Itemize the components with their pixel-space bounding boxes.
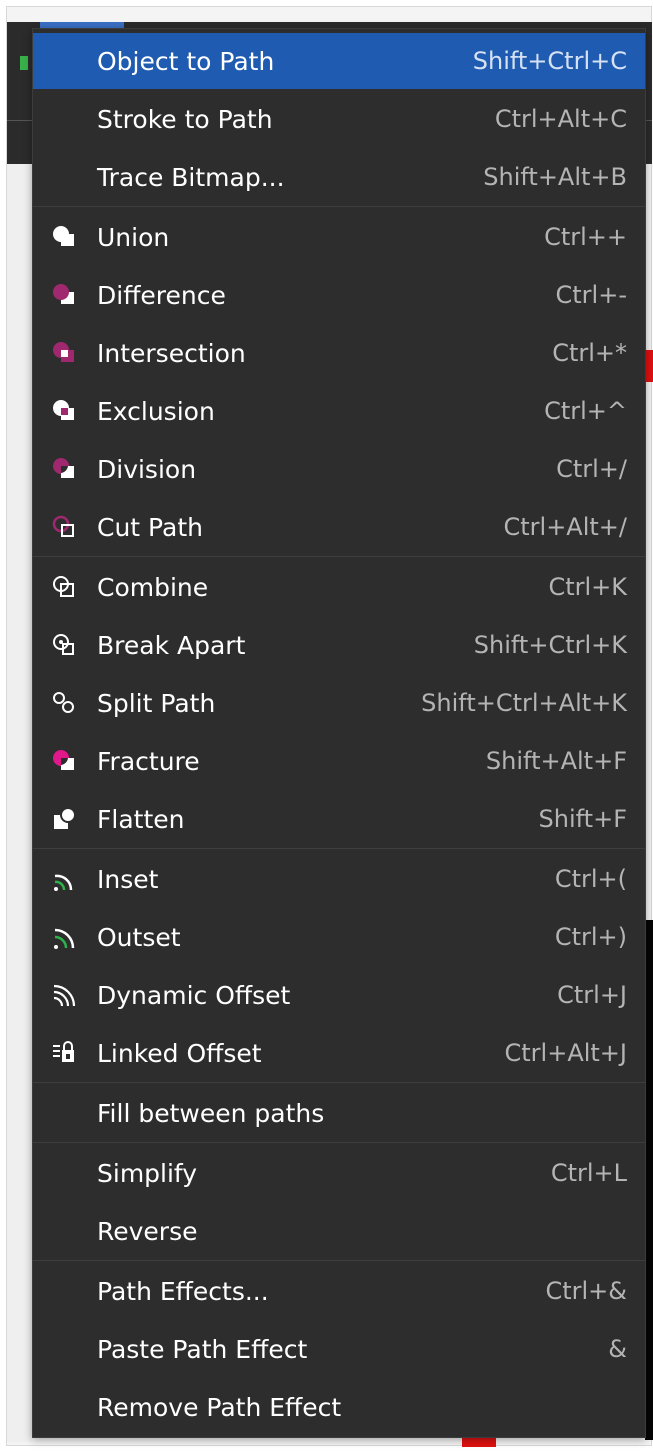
menu-item-label: Path Effects... xyxy=(97,1276,269,1306)
menu-item-shortcut: Shift+Ctrl+K xyxy=(473,631,627,659)
menu-item-label: Stroke to Path xyxy=(97,104,273,134)
menu-item-combine[interactable]: Combine Ctrl+K xyxy=(33,559,645,615)
menu-item-reverse[interactable]: Reverse xyxy=(33,1203,645,1259)
inset-icon xyxy=(50,865,78,893)
menu-item-split-path[interactable]: Split Path Shift+Ctrl+Alt+K xyxy=(33,675,645,731)
path-menu: Object to Path Shift+Ctrl+C Stroke to Pa… xyxy=(32,28,646,1438)
menu-item-label: Reverse xyxy=(97,1216,198,1246)
menu-separator xyxy=(33,1260,645,1261)
menu-item-shortcut: Ctrl+- xyxy=(555,281,627,309)
menu-item-simplify[interactable]: Simplify Ctrl+L xyxy=(33,1145,645,1201)
menu-separator xyxy=(33,1142,645,1143)
menu-item-fracture[interactable]: Fracture Shift+Alt+F xyxy=(33,733,645,789)
menu-item-difference[interactable]: Difference Ctrl+- xyxy=(33,267,645,323)
menu-item-label: Intersection xyxy=(97,338,246,368)
menu-item-flatten[interactable]: Flatten Shift+F xyxy=(33,791,645,847)
menu-item-inset[interactable]: Inset Ctrl+( xyxy=(33,851,645,907)
menu-item-label: Linked Offset xyxy=(97,1038,262,1068)
outset-icon xyxy=(50,923,78,951)
split-path-icon xyxy=(50,689,78,717)
menu-item-shortcut: Ctrl+Alt+/ xyxy=(503,513,627,541)
menu-item-label: Dynamic Offset xyxy=(97,980,291,1010)
menu-item-intersection[interactable]: Intersection Ctrl+* xyxy=(33,325,645,381)
menu-item-label: Combine xyxy=(97,572,209,602)
menu-item-outset[interactable]: Outset Ctrl+) xyxy=(33,909,645,965)
menu-item-union[interactable]: Union Ctrl++ xyxy=(33,209,645,265)
menu-item-linked-offset[interactable]: Linked Offset Ctrl+Alt+J xyxy=(33,1025,645,1081)
menu-item-label: Remove Path Effect xyxy=(97,1392,342,1422)
menu-item-label: Exclusion xyxy=(97,396,215,426)
menu-item-trace-bitmap[interactable]: Trace Bitmap... Shift+Alt+B xyxy=(33,149,645,205)
menu-separator xyxy=(33,848,645,849)
menu-item-path-effects[interactable]: Path Effects... Ctrl+& xyxy=(33,1263,645,1319)
menu-item-shortcut: Shift+Alt+F xyxy=(485,747,627,775)
menu-item-shortcut: Ctrl+( xyxy=(554,865,627,893)
menu-separator xyxy=(33,1082,645,1083)
menu-item-paste-path-effect[interactable]: Paste Path Effect & xyxy=(33,1321,645,1377)
menu-item-remove-path-effect[interactable]: Remove Path Effect xyxy=(33,1379,645,1435)
menu-item-label: Cut Path xyxy=(97,512,203,542)
menu-item-label: Flatten xyxy=(97,804,185,834)
menu-item-exclusion[interactable]: Exclusion Ctrl+^ xyxy=(33,383,645,439)
menu-item-shortcut: Ctrl+& xyxy=(545,1277,627,1305)
menu-item-division[interactable]: Division Ctrl+/ xyxy=(33,441,645,497)
difference-icon xyxy=(50,281,78,309)
menu-item-shortcut: Ctrl+/ xyxy=(556,455,627,483)
menu-item-label: Split Path xyxy=(97,688,216,718)
menu-item-label: Trace Bitmap... xyxy=(97,162,285,192)
menu-item-shortcut: Ctrl+^ xyxy=(544,397,627,425)
menu-item-shortcut: Ctrl+L xyxy=(550,1159,627,1187)
menu-item-label: Simplify xyxy=(97,1158,198,1188)
menu-item-dynamic-offset[interactable]: Dynamic Offset Ctrl+J xyxy=(33,967,645,1023)
linked-offset-icon xyxy=(50,1039,78,1067)
menu-item-label: Object to Path xyxy=(97,46,275,76)
menu-item-shortcut: Ctrl+K xyxy=(548,573,627,601)
fracture-icon xyxy=(50,747,78,775)
toolbar-indicator xyxy=(20,56,28,70)
menu-item-label: Paste Path Effect xyxy=(97,1334,308,1364)
break-apart-icon xyxy=(50,631,78,659)
menu-item-shortcut: Shift+Ctrl+C xyxy=(472,47,627,75)
dynamic-offset-icon xyxy=(50,981,78,1009)
union-icon xyxy=(50,223,78,251)
menu-item-shortcut: Ctrl+) xyxy=(554,923,627,951)
menu-item-label: Difference xyxy=(97,280,226,310)
menu-item-shortcut: Shift+Alt+B xyxy=(483,163,627,191)
combine-icon xyxy=(50,573,78,601)
canvas-ruler xyxy=(7,164,32,1442)
cut-path-icon xyxy=(50,513,78,541)
menu-item-fill-between-paths[interactable]: Fill between paths xyxy=(33,1085,645,1141)
menu-item-label: Fill between paths xyxy=(97,1098,325,1128)
menu-item-label: Outset xyxy=(97,922,181,952)
canvas-shape-fragment xyxy=(462,1437,496,1447)
menu-separator xyxy=(33,206,645,207)
menu-item-shortcut: Ctrl+Alt+J xyxy=(504,1039,628,1067)
menu-item-shortcut: Ctrl+J xyxy=(557,981,627,1009)
menu-item-label: Division xyxy=(97,454,197,484)
intersection-icon xyxy=(50,339,78,367)
menu-item-label: Break Apart xyxy=(97,630,246,660)
menu-item-shortcut: Ctrl+Alt+C xyxy=(494,105,627,133)
menu-item-shortcut: Ctrl++ xyxy=(544,223,627,251)
menu-item-stroke-to-path[interactable]: Stroke to Path Ctrl+Alt+C xyxy=(33,91,645,147)
menu-item-object-to-path[interactable]: Object to Path Shift+Ctrl+C xyxy=(33,33,645,89)
menu-item-shortcut: Shift+Ctrl+Alt+K xyxy=(421,689,627,717)
menu-item-break-apart[interactable]: Break Apart Shift+Ctrl+K xyxy=(33,617,645,673)
canvas-shape-fragment xyxy=(645,920,653,1440)
menu-item-shortcut: Ctrl+* xyxy=(552,339,627,367)
menu-item-label: Fracture xyxy=(97,746,200,776)
menu-item-shortcut: & xyxy=(608,1335,627,1363)
exclusion-icon xyxy=(50,397,78,425)
menu-item-cut-path[interactable]: Cut Path Ctrl+Alt+/ xyxy=(33,499,645,555)
canvas-shape-fragment xyxy=(645,350,653,382)
menu-item-label: Inset xyxy=(97,864,159,894)
menu-item-shortcut: Shift+F xyxy=(538,805,627,833)
division-icon xyxy=(50,455,78,483)
menu-item-label: Union xyxy=(97,222,170,252)
menu-separator xyxy=(33,556,645,557)
flatten-icon xyxy=(50,805,78,833)
